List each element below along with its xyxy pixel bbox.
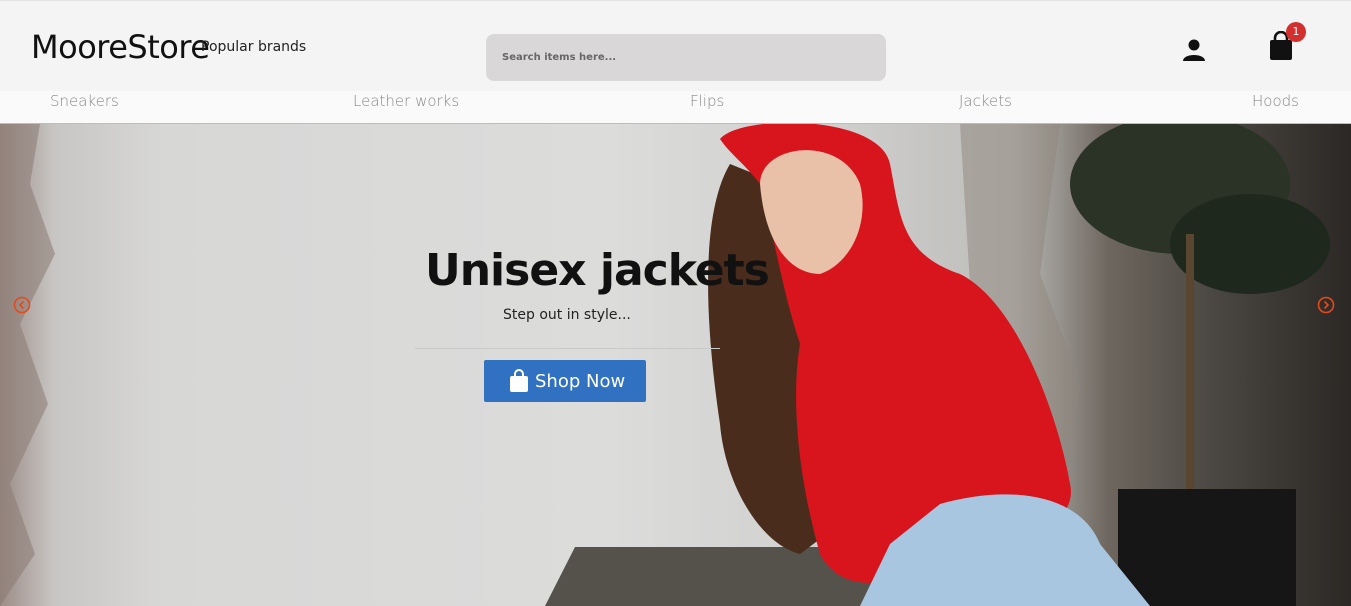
site-logo[interactable]: MooreStore	[31, 28, 210, 66]
nav-item-flips[interactable]: Flips	[690, 91, 724, 111]
cart-count-badge: 1	[1286, 22, 1306, 42]
category-nav: Sneakers Leather works Flips Jackets Hoo…	[0, 91, 1351, 124]
hero-subtitle: Step out in style...	[503, 307, 631, 323]
search-input[interactable]	[486, 34, 886, 81]
nav-item-jackets[interactable]: Jackets	[959, 91, 1012, 111]
shop-now-button[interactable]: Shop Now	[484, 360, 646, 402]
popular-brands-link[interactable]: Popular brands	[201, 39, 306, 55]
nav-item-sneakers[interactable]: Sneakers	[50, 91, 119, 111]
hero-carousel: Unisex jackets Step out in style... Shop…	[0, 124, 1351, 606]
chevron-left-circle-icon	[13, 296, 31, 314]
shop-now-label: Shop Now	[535, 370, 626, 392]
account-button[interactable]	[1181, 37, 1207, 63]
nav-item-hoods[interactable]: Hoods	[1252, 91, 1299, 111]
carousel-prev-button[interactable]	[13, 296, 31, 314]
carousel-next-button[interactable]	[1317, 296, 1335, 314]
nav-item-leather-works[interactable]: Leather works	[353, 91, 459, 111]
shopping-bag-icon	[510, 369, 528, 392]
chevron-right-circle-icon	[1317, 296, 1335, 314]
header: MooreStore Popular brands 1	[0, 0, 1351, 91]
hero-divider	[415, 348, 720, 349]
hero-title: Unisex jackets	[425, 245, 770, 296]
hero-image	[0, 124, 1330, 606]
user-icon	[1183, 39, 1205, 61]
